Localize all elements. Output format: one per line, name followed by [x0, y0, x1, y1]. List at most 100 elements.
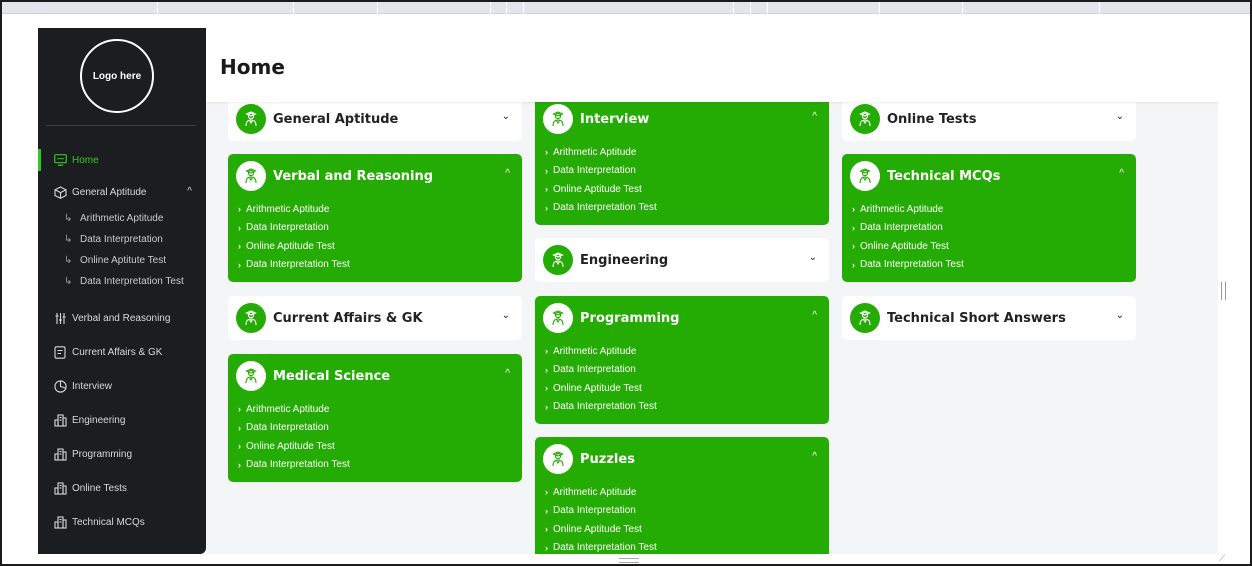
card-title: Current Affairs & GK	[273, 310, 423, 326]
card-link[interactable]: › Data Interpretation Test	[545, 398, 829, 417]
chevron-down-icon[interactable]: ⌄	[809, 252, 817, 263]
chevron-right-icon: ›	[238, 204, 241, 215]
card-link[interactable]: › Arithmetic Aptitude	[545, 342, 829, 361]
sidebar-item-home[interactable]: Home	[38, 149, 206, 171]
graduate-icon	[236, 303, 266, 333]
card-link[interactable]: › Data Interpretation Test	[545, 199, 829, 218]
chevron-right-icon: ›	[545, 364, 548, 375]
card-link[interactable]: › Data Interpretation	[545, 361, 829, 380]
chevron-down-icon[interactable]: ⌄	[502, 310, 510, 321]
chevron-up-icon[interactable]: ^	[1119, 168, 1124, 179]
sidebar-item-label: Online Tests	[72, 482, 127, 494]
building-icon	[53, 413, 67, 427]
card-link[interactable]: › Data Interpretation	[545, 502, 829, 521]
card-link[interactable]: › Data Interpretation Test	[852, 256, 1136, 275]
card-link[interactable]: › Data Interpretation Test	[238, 256, 522, 275]
card-link[interactable]: › Data Interpretation	[852, 219, 1136, 238]
sidebar-item-technical-mcqs[interactable]: Technical MCQs	[38, 511, 206, 533]
card-link[interactable]: › Arithmetic Aptitude	[238, 400, 522, 419]
scrollbar-grip[interactable]	[1221, 282, 1226, 300]
card-header[interactable]: Medical Science ^	[228, 354, 522, 398]
chevron-up-icon[interactable]: ^	[505, 368, 510, 379]
card-current-affairs[interactable]: Current Affairs & GK ⌄	[228, 296, 522, 340]
sidebar-item-verbal-and-reasoning[interactable]: Verbal and Reasoning	[38, 307, 206, 329]
chevron-right-icon: ›	[545, 524, 548, 535]
chevron-down-icon[interactable]: ⌄	[1116, 310, 1124, 321]
chevron-up-icon[interactable]: ^	[505, 168, 510, 179]
sidebar-item-engineering[interactable]: Engineering	[38, 409, 206, 431]
card-link-list: › Arithmetic Aptitude › Data Interpretatio…	[228, 198, 522, 274]
chevron-right-icon: ›	[852, 222, 855, 233]
card-title: Technical MCQs	[887, 168, 1001, 184]
sidebar-subitem-arithmetic-aptitude[interactable]: ↳ Arithmetic Aptitude	[38, 209, 206, 227]
graduate-icon	[543, 444, 573, 474]
browser-frame: Logo here Home General Aptitude ^ ↳ Arith…	[0, 0, 1252, 566]
card-title: Programming	[580, 310, 680, 326]
card-link[interactable]: › Online Aptitude Test	[545, 379, 829, 398]
sidebar-subitem-data-interpretation[interactable]: ↳ Data Interpretation	[38, 230, 206, 248]
card-header[interactable]: Puzzles ^	[535, 437, 829, 481]
sidebar-item-label: Verbal and Reasoning	[72, 312, 171, 324]
cube-icon	[53, 185, 67, 199]
sidebar-item-programming[interactable]: Programming	[38, 443, 206, 465]
resize-handle-bottom[interactable]	[619, 558, 639, 563]
sidebar-item-online-tests[interactable]: Online Tests	[38, 477, 206, 499]
card-title: Interview	[580, 111, 650, 127]
card-link[interactable]: › Data Interpretation	[545, 162, 829, 181]
chevron-right-icon: ›	[852, 241, 855, 252]
chevron-right-icon: ›	[545, 346, 548, 357]
card-programming: Programming ^ › Arithmetic Aptitude › Data…	[535, 296, 829, 424]
sidebar-item-current-affairs[interactable]: Current Affairs & GK	[38, 341, 206, 363]
browser-toolbar	[2, 2, 1250, 14]
card-link[interactable]: › Arithmetic Aptitude	[545, 143, 829, 162]
sidebar-item-label: Technical MCQs	[72, 516, 145, 528]
graduate-icon	[543, 245, 573, 275]
logo[interactable]: Logo here	[80, 39, 154, 113]
graduate-icon	[543, 104, 573, 134]
chevron-up-icon[interactable]: ^	[812, 111, 817, 122]
card-title: Online Tests	[887, 111, 977, 127]
card-link[interactable]: › Arithmetic Aptitude	[238, 200, 522, 219]
sidebar-subitem-online-aptitute-test[interactable]: ↳ Online Aptitute Test	[38, 251, 206, 269]
chevron-up-icon[interactable]: ^	[812, 310, 817, 321]
chevron-right-icon: ›	[545, 184, 548, 195]
card-link-list: › Arithmetic Aptitude › Data Interpretatio…	[535, 340, 829, 416]
chevron-down-icon[interactable]: ⌄	[1116, 111, 1124, 122]
card-link[interactable]: › Online Aptitude Test	[238, 437, 522, 456]
card-link[interactable]: › Data Interpretation	[238, 219, 522, 238]
chevron-right-icon: ›	[238, 241, 241, 252]
chevron-down-icon[interactable]: ⌄	[502, 111, 510, 122]
card-link[interactable]: › Online Aptitude Test	[545, 520, 829, 539]
card-title: Technical Short Answers	[887, 310, 1066, 326]
chevron-right-icon: ›	[545, 401, 548, 412]
card-link[interactable]: › Arithmetic Aptitude	[852, 200, 1136, 219]
card-link[interactable]: › Online Aptitude Test	[545, 180, 829, 199]
graduate-icon	[236, 361, 266, 391]
chevron-right-icon: ›	[238, 459, 241, 470]
resize-corner-icon[interactable]: ⟋	[1219, 553, 1225, 564]
card-online-tests[interactable]: Online Tests ⌄	[842, 97, 1136, 141]
card-header[interactable]: Programming ^	[535, 296, 829, 340]
card-header[interactable]: Verbal and Reasoning ^	[228, 154, 522, 198]
card-link[interactable]: › Data Interpretation Test	[545, 539, 829, 555]
sliders-icon	[53, 311, 67, 325]
sidebar-subitem-data-interpretation-test[interactable]: ↳ Data Interpretation Test	[38, 272, 206, 290]
card-link[interactable]: › Online Aptitude Test	[852, 237, 1136, 256]
card-engineering[interactable]: Engineering ⌄	[535, 238, 829, 282]
card-link[interactable]: › Data Interpretation	[238, 419, 522, 438]
card-link[interactable]: › Data Interpretation Test	[238, 456, 522, 475]
subitem-arrow-icon: ↳	[64, 233, 73, 245]
sidebar: Logo here Home General Aptitude ^ ↳ Arith…	[38, 28, 206, 554]
card-technical-short-answers[interactable]: Technical Short Answers ⌄	[842, 296, 1136, 340]
card-link[interactable]: › Arithmetic Aptitude	[545, 483, 829, 502]
card-puzzles: Puzzles ^ › Arithmetic Aptitude › Data Int…	[535, 437, 829, 554]
sidebar-item-interview[interactable]: Interview	[38, 375, 206, 397]
chevron-up-icon[interactable]: ^	[812, 451, 817, 462]
card-title: Engineering	[580, 252, 669, 268]
card-general-aptitude[interactable]: General Aptitude ⌄	[228, 97, 522, 141]
card-title: Verbal and Reasoning	[273, 168, 434, 184]
card-link[interactable]: › Online Aptitude Test	[238, 237, 522, 256]
sidebar-item-general-aptitude[interactable]: General Aptitude ^	[38, 181, 206, 203]
card-header[interactable]: Technical MCQs ^	[842, 154, 1136, 198]
card-header[interactable]: Interview ^	[535, 97, 829, 141]
